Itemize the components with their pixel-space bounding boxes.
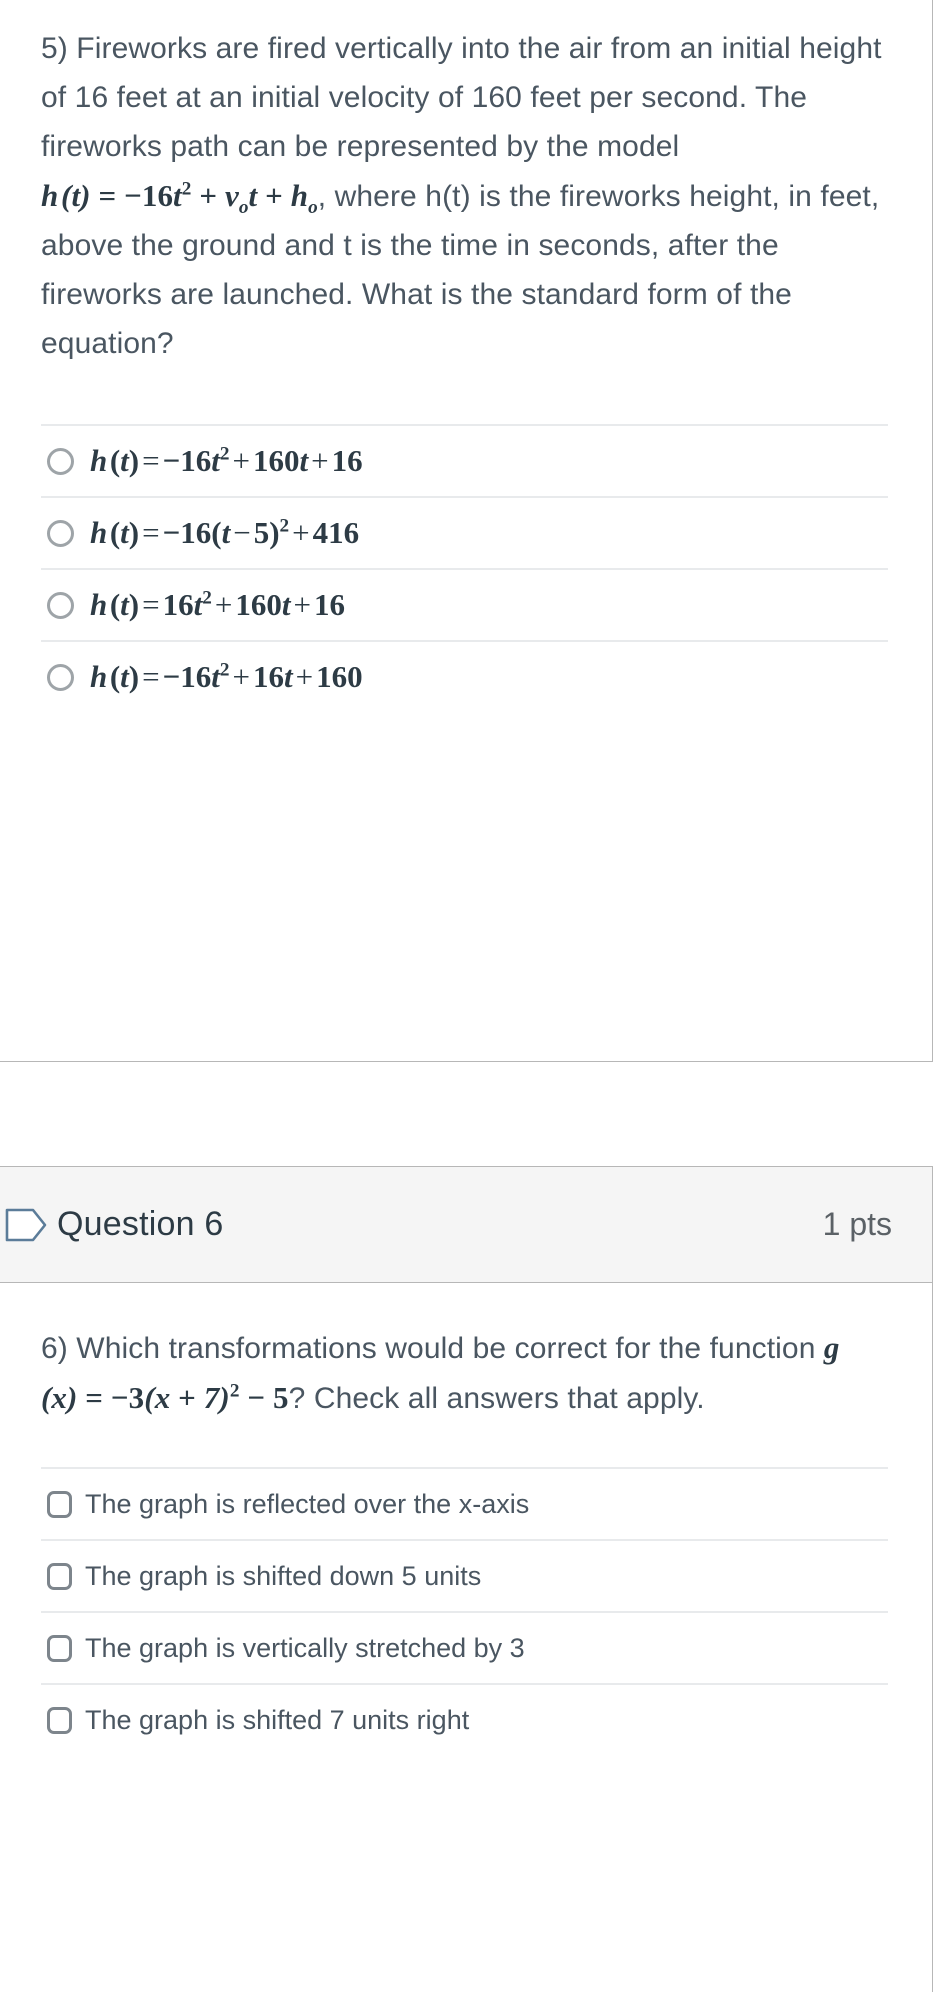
quiz-page: 5) Fireworks are fired vertically into t… (0, 0, 946, 1992)
radio-button-icon[interactable] (47, 447, 74, 475)
answer-option-row[interactable]: h (t)=−16(t−5)2+416 (41, 496, 888, 568)
answer-option-row[interactable]: The graph is reflected over the x-axis (41, 1467, 888, 1539)
checkbox-icon[interactable] (47, 1706, 72, 1734)
radio-button-icon[interactable] (47, 591, 74, 619)
answer-option-label: The graph is reflected over the x-axis (85, 1489, 530, 1519)
answer-option-label: h (t)=−16t2+160t+16 (90, 443, 363, 478)
answer-option-label: h (t)=−16(t−5)2+416 (90, 515, 360, 550)
flag-outline-icon[interactable] (1, 1208, 51, 1242)
question-5-model-formula: h (t) = −16t2 + vot + ho (41, 178, 318, 219)
checkbox-icon[interactable] (47, 1490, 72, 1518)
answer-option-label: The graph is shifted 7 units right (85, 1705, 470, 1735)
question-5-answers: h (t)=−16t2+160t+16 h (t)=−16(t−5)2+416 … (0, 424, 932, 712)
question-6-body: 6) Which transformations would be correc… (0, 1283, 932, 1423)
question-5-prompt: 5) Fireworks are fired vertically into t… (41, 24, 888, 368)
answer-option-row[interactable]: The graph is shifted 7 units right (41, 1683, 888, 1755)
question-6-prompt-part2: ? Check all answers that apply. (288, 1382, 705, 1415)
answer-option-row[interactable]: h (t)=−16t2+160t+16 (41, 424, 888, 496)
answer-option-label: The graph is shifted down 5 units (85, 1561, 482, 1591)
question-6-prompt-part1: 6) Which transformations would be correc… (41, 1332, 824, 1365)
checkbox-icon[interactable] (47, 1562, 72, 1590)
answer-option-row[interactable]: The graph is vertically stretched by 3 (41, 1611, 888, 1683)
question-6-points: 1 pts (822, 1206, 892, 1242)
answer-option-row[interactable]: h (t)=−16t2+16t+160 (41, 640, 888, 712)
radio-button-icon[interactable] (47, 519, 74, 547)
question-6-prompt: 6) Which transformations would be correc… (41, 1323, 888, 1423)
question-6-title: Question 6 (57, 1205, 224, 1243)
question-5-body: 5) Fireworks are fired vertically into t… (0, 0, 932, 368)
answer-option-label: h (t)=−16t2+16t+160 (90, 659, 363, 694)
radio-button-icon[interactable] (47, 663, 74, 691)
answer-option-label: h (t)=16t2+160t+16 (90, 587, 345, 622)
answer-option-row[interactable]: The graph is shifted down 5 units (41, 1539, 888, 1611)
checkbox-icon[interactable] (47, 1634, 72, 1662)
question-6-header: Question 6 1 pts (0, 1166, 933, 1283)
answer-option-row[interactable]: h (t)=16t2+160t+16 (41, 568, 888, 640)
answer-option-label: The graph is vertically stretched by 3 (85, 1633, 525, 1663)
question-6-answers: The graph is reflected over the x-axis T… (0, 1467, 932, 1755)
question-6-container: 6) Which transformations would be correc… (0, 1283, 933, 1992)
question-5-prompt-part1: 5) Fireworks are fired vertically into t… (41, 32, 882, 163)
question-5-container: 5) Fireworks are fired vertically into t… (0, 0, 933, 1062)
